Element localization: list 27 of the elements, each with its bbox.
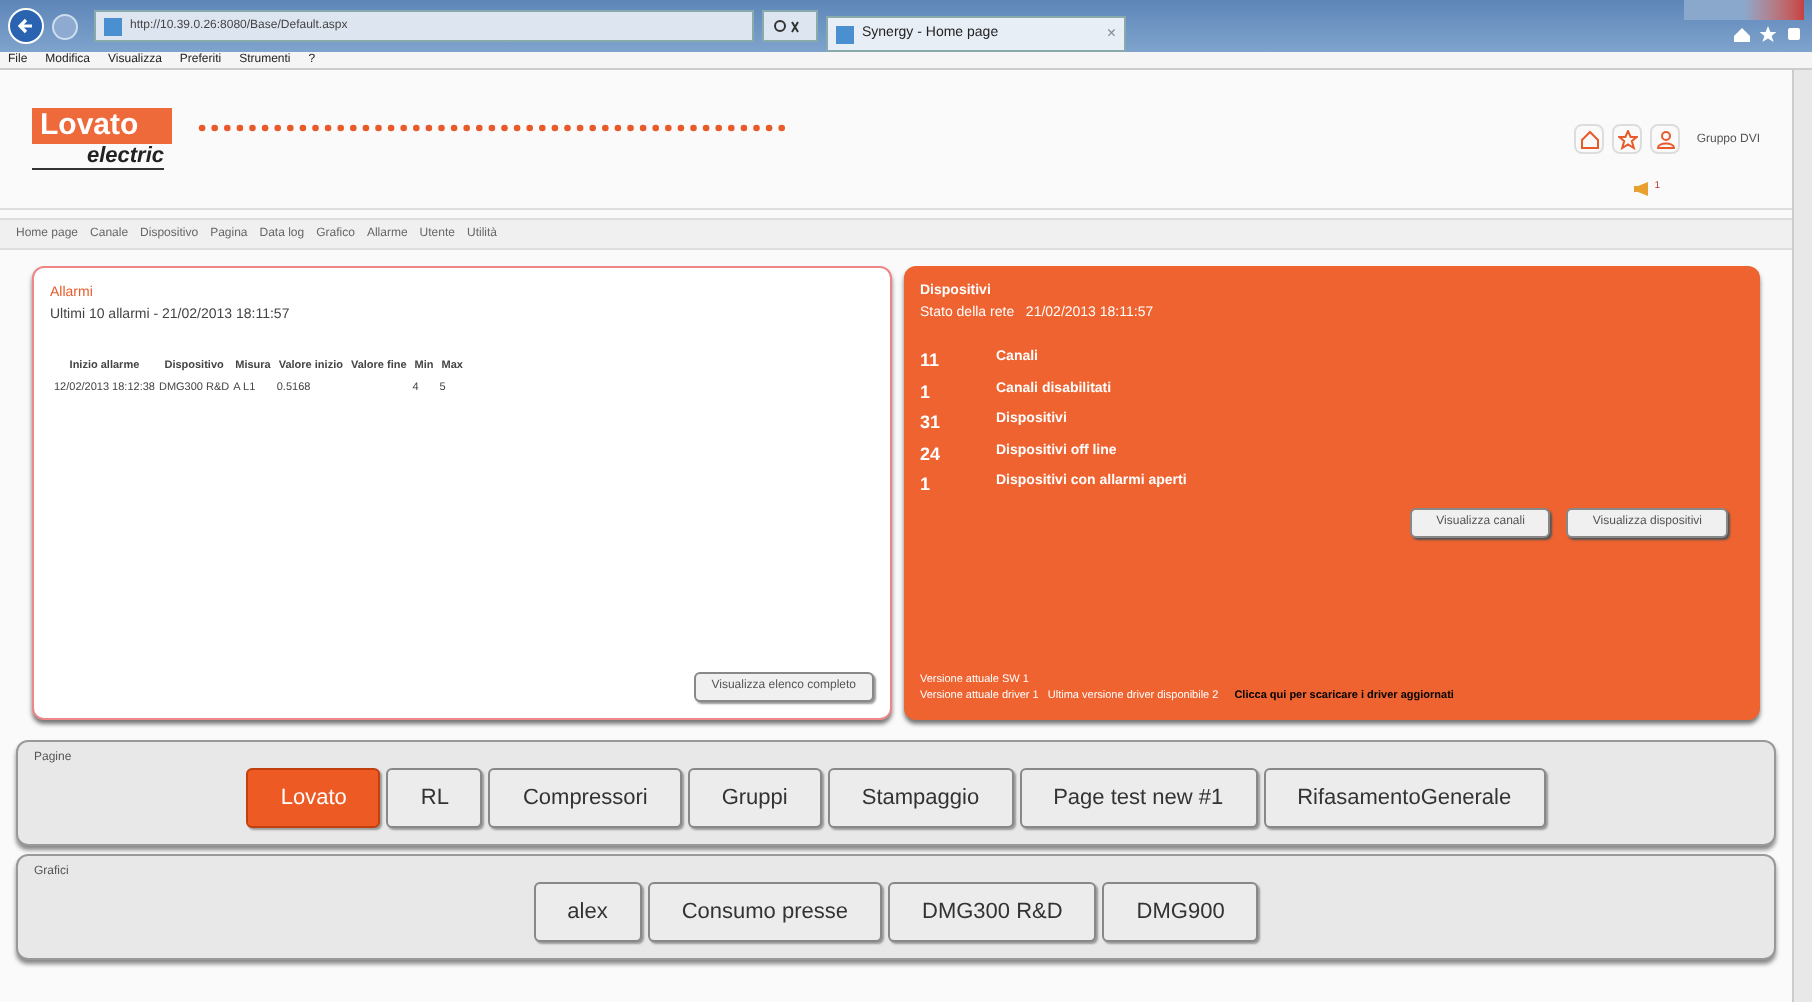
page-button[interactable]: DMG300 R&D xyxy=(888,882,1097,942)
megaphone-icon[interactable] xyxy=(1632,179,1651,197)
search-reload-icon[interactable] xyxy=(762,10,818,42)
page-button[interactable]: RL xyxy=(386,768,483,828)
back-arrow-icon xyxy=(16,16,36,36)
page-button[interactable]: alex xyxy=(533,882,642,942)
page-icon xyxy=(836,25,854,43)
page-button[interactable]: DMG900 xyxy=(1102,882,1259,942)
stat-count: 24 xyxy=(920,441,943,467)
page-button[interactable]: Compressori xyxy=(488,768,682,828)
page-button[interactable]: Stampaggio xyxy=(827,768,1014,828)
page-icon xyxy=(104,17,122,35)
stat-count: 1 xyxy=(920,379,933,405)
window-controls-icon[interactable] xyxy=(1684,0,1804,20)
page-button[interactable]: RifasamentoGenerale xyxy=(1263,768,1546,828)
scrollbar[interactable] xyxy=(1792,70,1812,1002)
back-button[interactable] xyxy=(8,8,44,44)
page-button[interactable]: Gruppi xyxy=(687,768,822,828)
page-button[interactable]: Consumo presse xyxy=(647,882,882,942)
forward-icon[interactable] xyxy=(52,13,78,39)
stat-count: 31 xyxy=(920,410,943,436)
stat-count: 11 xyxy=(920,348,942,374)
page-button[interactable]: Page test new #1 xyxy=(1019,768,1258,828)
stat-count: 1 xyxy=(920,472,933,498)
star-icon[interactable] xyxy=(1612,124,1643,154)
home-icon[interactable] xyxy=(1574,124,1605,154)
user-icon[interactable] xyxy=(1650,124,1681,154)
